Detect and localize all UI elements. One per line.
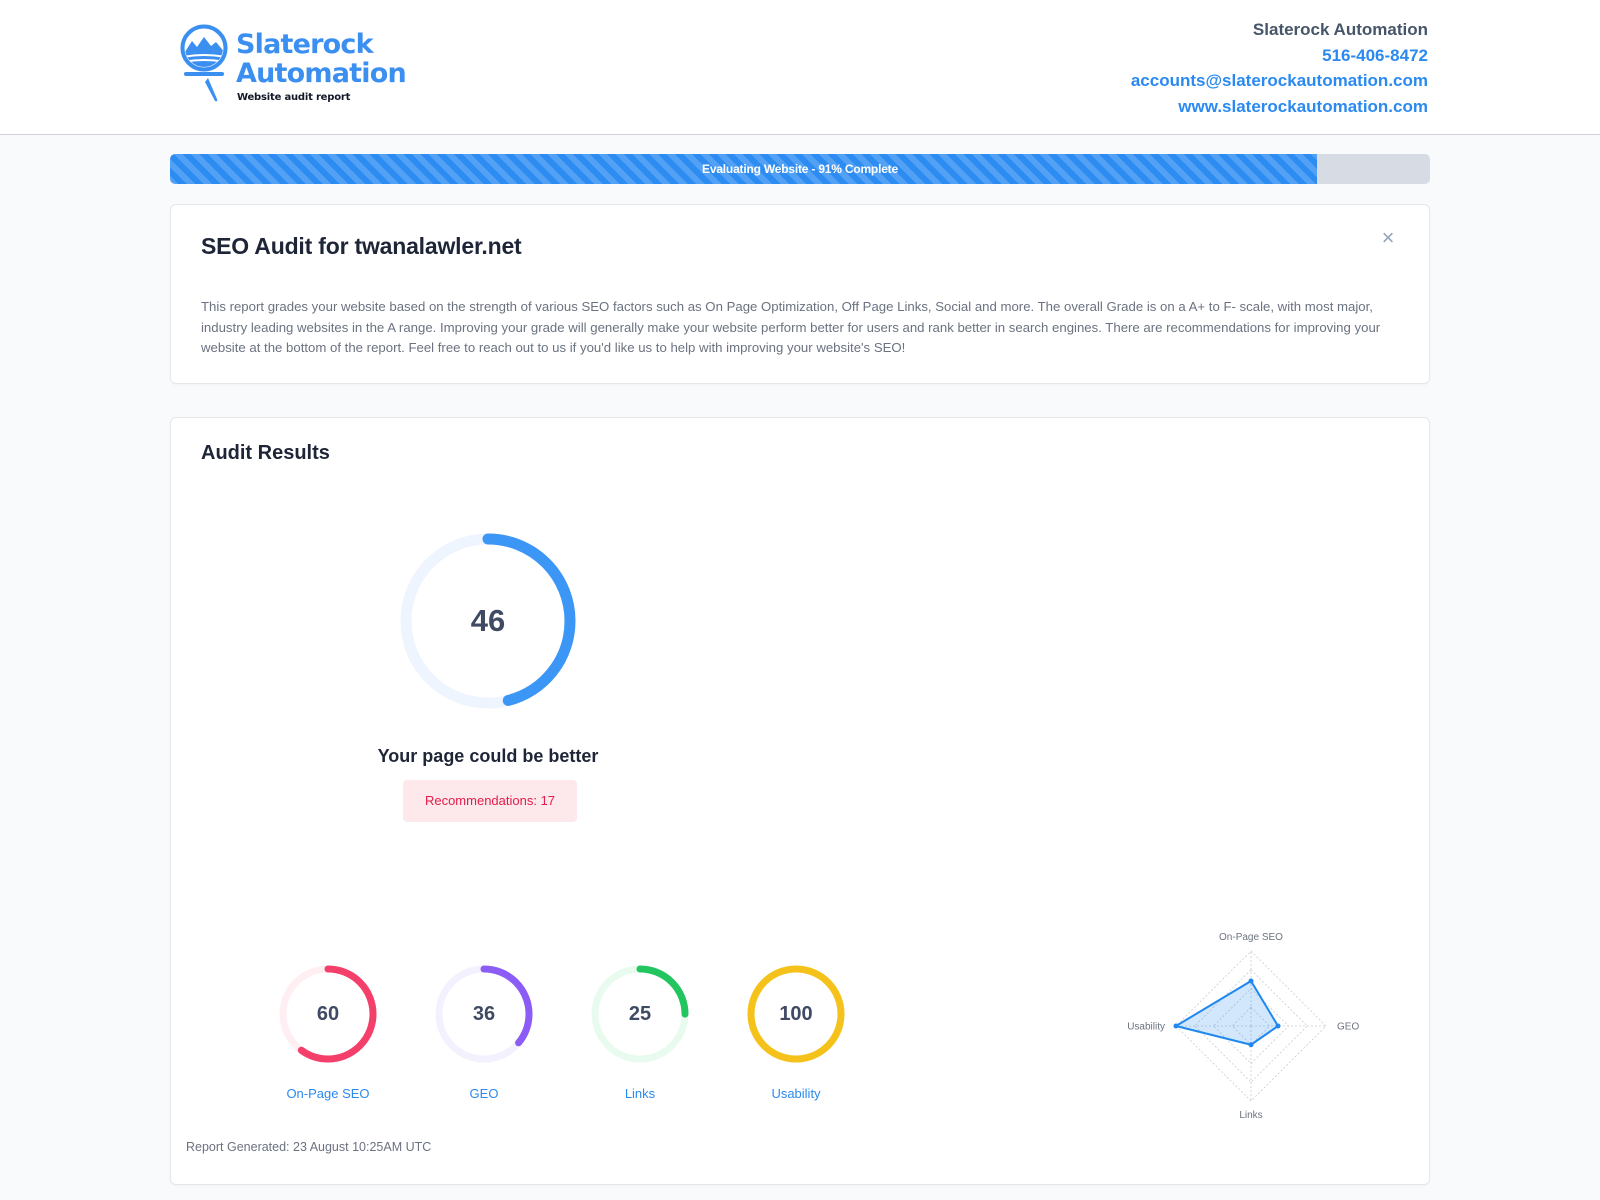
category-radar-chart: On-Page SEO GEO Links Usability xyxy=(1127,932,1359,1121)
score-verdict: Your page could be better xyxy=(377,746,599,766)
radar-axis-label-usability: Usability xyxy=(1127,1022,1165,1033)
recommendations-badge[interactable]: Recommendations: 17 xyxy=(403,780,577,822)
evaluation-progress-bar: Evaluating Website - 91% Complete xyxy=(170,154,1430,184)
category-gauge-geo[interactable]: 36 GEO xyxy=(429,962,539,1101)
radar-axis-label-on-page-seo: On-Page SEO xyxy=(1219,932,1283,943)
audit-intro-card: SEO Audit for twanalawler.net × This rep… xyxy=(170,204,1430,384)
brand-line-1: Slaterock xyxy=(236,29,374,60)
magnifier-logo-icon xyxy=(180,24,228,102)
links-label[interactable]: Links xyxy=(585,1086,695,1101)
audit-results-card: Audit Results 46 Your page could be bett… xyxy=(170,417,1430,1185)
links-score: 25 xyxy=(628,1003,652,1025)
category-gauge-on-page-seo[interactable]: 60 On-Page SEO xyxy=(273,962,383,1101)
brand-line-2: Automation xyxy=(236,58,407,89)
geo-score: 36 xyxy=(472,1003,496,1025)
overall-score-value: 46 xyxy=(470,603,506,638)
results-title: Audit Results xyxy=(201,442,330,464)
audit-title: SEO Audit for twanalawler.net xyxy=(201,233,522,259)
geo-label[interactable]: GEO xyxy=(429,1086,539,1101)
brand-tagline: Website audit report xyxy=(237,92,351,103)
contact-website-link[interactable]: www.slaterockautomation.com xyxy=(1131,94,1428,120)
radar-axis-label-geo: GEO xyxy=(1337,1022,1359,1033)
progress-label: Evaluating Website - 91% Complete xyxy=(702,162,898,176)
contact-phone-link[interactable]: 516-406-8472 xyxy=(1131,43,1428,69)
brand-name: Slaterock Automation xyxy=(236,29,407,89)
site-header: Slaterock Automation Website audit repor… xyxy=(0,0,1600,135)
radar-point-geo xyxy=(1275,1023,1281,1029)
audit-description: This report grades your website based on… xyxy=(201,299,1381,355)
category-gauge-usability[interactable]: 100 Usability xyxy=(741,962,851,1101)
radar-point-usability xyxy=(1173,1023,1179,1029)
radar-point-links xyxy=(1248,1042,1254,1048)
close-icon[interactable]: × xyxy=(1377,227,1399,249)
usability-score: 100 xyxy=(779,1003,813,1025)
contact-block: Slaterock Automation 516-406-8472 accoun… xyxy=(1131,17,1428,119)
usability-label[interactable]: Usability xyxy=(741,1086,851,1101)
radar-series-area xyxy=(1175,980,1279,1046)
on-page-seo-score: 60 xyxy=(316,1003,340,1025)
report-generated-timestamp: Report Generated: 23 August 10:25AM UTC xyxy=(186,1140,432,1154)
on-page-seo-label[interactable]: On-Page SEO xyxy=(273,1086,383,1101)
category-gauge-links[interactable]: 25 Links xyxy=(585,962,695,1101)
brand-logo[interactable]: Slaterock Automation Website audit repor… xyxy=(180,22,430,104)
radar-point-on-page-seo xyxy=(1248,978,1254,984)
contact-email-link[interactable]: accounts@slaterockautomation.com xyxy=(1131,68,1428,94)
radar-axis-label-links: Links xyxy=(1239,1110,1262,1121)
contact-company: Slaterock Automation xyxy=(1252,20,1428,39)
